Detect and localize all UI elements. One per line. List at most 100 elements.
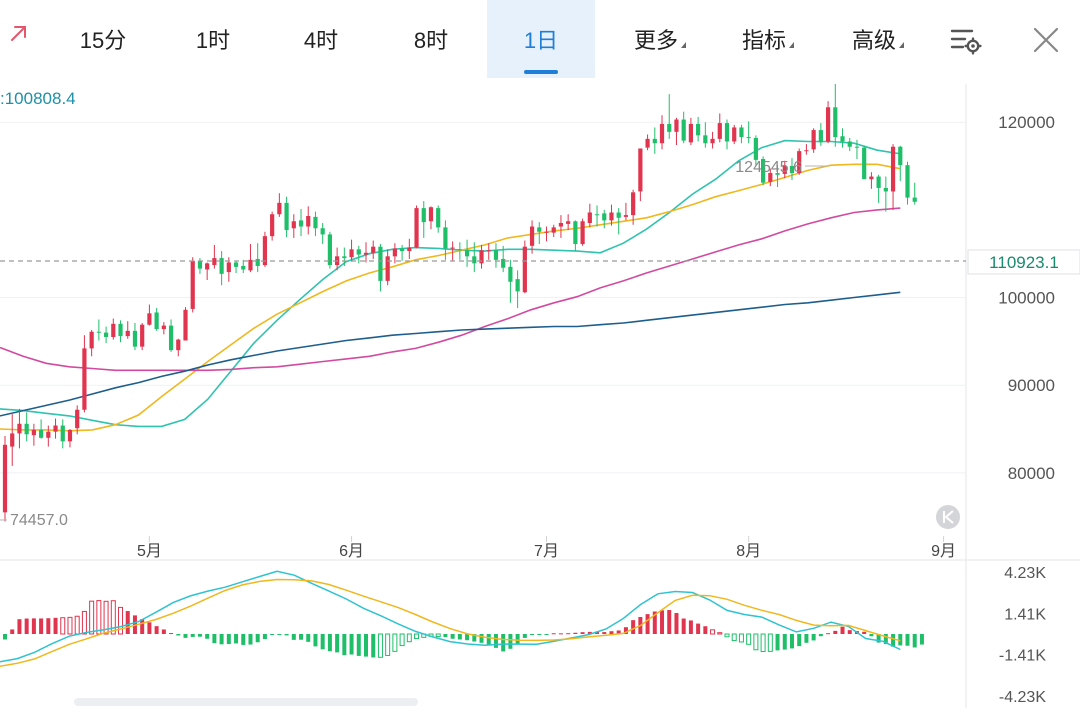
candle-body [833, 107, 838, 138]
candle-body [890, 146, 896, 192]
macd-bar [717, 632, 723, 635]
candle [140, 322, 145, 351]
candle-body [233, 262, 239, 267]
macd-bar [667, 610, 672, 634]
macd-bar [508, 634, 513, 649]
tab-label: 指标 [741, 28, 786, 53]
macd-bar [530, 634, 535, 636]
candle-body [39, 429, 44, 438]
macd-bar [291, 634, 296, 640]
candle-body [854, 146, 860, 148]
macd-bar [299, 634, 304, 640]
candle-body [912, 197, 917, 202]
macd-bar [465, 634, 470, 641]
macd-bar [284, 634, 289, 636]
macd-bar [125, 611, 130, 634]
tab-advanced[interactable]: 高级 [832, 0, 924, 78]
time-tick-label: 6月 [339, 543, 364, 560]
candle-body [508, 266, 513, 282]
candle-body [96, 331, 101, 333]
macd-bar [140, 619, 145, 634]
expand-arrow-icon[interactable] [4, 18, 40, 54]
scroll-to-latest-button[interactable] [936, 505, 960, 529]
low-price-label: 74457.0 [10, 512, 68, 529]
candle-body [147, 313, 152, 325]
time-tick-label: 7月 [534, 543, 559, 560]
macd-tick-label: -1.41K [999, 648, 1046, 665]
candle-body [450, 247, 455, 249]
candle-body [414, 208, 419, 248]
tab-label: 4时 [303, 28, 339, 53]
candle-body [876, 176, 881, 188]
candle-body [2, 444, 8, 513]
price-chart[interactable]: 110923.1 :100808.4 124545.6 74457.0 1200… [0, 84, 1080, 708]
candle-body [811, 130, 816, 150]
tab-1hour[interactable]: 1时 [172, 0, 254, 78]
candle-body [522, 246, 527, 293]
macd-bar [811, 634, 816, 641]
macd-bar [688, 620, 693, 634]
candle [2, 436, 8, 522]
candle-body [349, 249, 354, 258]
tab-8hour[interactable]: 8时 [390, 0, 472, 78]
macd-bar [818, 634, 823, 637]
candle-body [421, 208, 426, 223]
candle-body [111, 323, 116, 337]
macd-bar [197, 634, 202, 637]
tab-label: 1时 [195, 28, 231, 53]
macd-bar [696, 623, 701, 634]
macd-bar [674, 613, 679, 634]
high-price-label: 124545.6 [735, 159, 802, 176]
candle-body [140, 324, 145, 347]
candle-body [241, 265, 246, 270]
candle-body [270, 214, 275, 237]
macd-bar [833, 630, 838, 634]
candle-body [31, 429, 36, 436]
close-icon[interactable] [1028, 22, 1064, 58]
candle [183, 307, 188, 341]
candle-body [696, 123, 701, 136]
macd-bar [270, 634, 275, 635]
candle-body [732, 127, 737, 142]
tab-15min[interactable]: 15分 [62, 0, 144, 78]
tab-4hour[interactable]: 4时 [280, 0, 362, 78]
candle-body [544, 231, 549, 233]
macd-bar [414, 633, 420, 640]
macd-bar [457, 634, 462, 640]
tab-1day[interactable]: 1日 [487, 0, 595, 78]
macd-bar [826, 633, 831, 635]
candle-body [371, 246, 376, 253]
candle-body [631, 192, 636, 216]
macd-bar [840, 626, 845, 634]
candle-body [457, 249, 462, 251]
tab-label: 8时 [413, 28, 449, 53]
tab-label: 1日 [523, 28, 559, 53]
candle-body [17, 423, 22, 434]
macd-bar [760, 633, 766, 653]
candle-body [306, 216, 311, 227]
macd-bar [53, 617, 58, 634]
candle-body [566, 221, 571, 224]
macd-bar [450, 634, 455, 639]
macd-bar [327, 634, 332, 652]
chart-settings-icon[interactable] [948, 22, 984, 58]
candle-body [428, 207, 434, 222]
timeframe-toolbar: 15分 1时 4时 8时 1日 更多 指标 高级 [0, 0, 1080, 85]
tab-indicators[interactable]: 指标 [722, 0, 814, 78]
candle-body [125, 330, 130, 337]
macd-bar [399, 633, 405, 647]
macd-bar [919, 634, 924, 645]
horizontal-scrollbar[interactable] [74, 698, 418, 706]
candle-body [573, 221, 578, 245]
macd-bar [905, 634, 910, 646]
macd-bar [544, 634, 549, 635]
tab-more[interactable]: 更多 [614, 0, 706, 78]
candle-body [392, 248, 397, 257]
candle-body [609, 212, 614, 221]
candle-body [378, 246, 383, 281]
candle-body [205, 263, 210, 270]
candle-body [75, 409, 80, 429]
macd-bar [342, 634, 347, 656]
candle-body [674, 119, 679, 132]
macd-bar [731, 633, 737, 642]
